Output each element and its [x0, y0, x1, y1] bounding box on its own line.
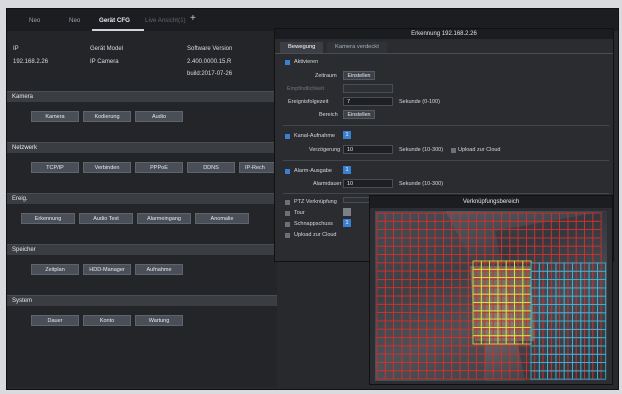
- section-system: System: [7, 295, 277, 306]
- alarm-output-badge[interactable]: 1: [343, 166, 351, 174]
- ip-value: 192.168.2.26: [13, 59, 49, 65]
- ptz-checkbox[interactable]: [285, 200, 290, 205]
- alarm-ausgabe-label: Alarm-Ausgabe: [294, 168, 332, 174]
- ptz-label: PTZ Verknüpfung: [294, 199, 337, 205]
- model-header: Gerät Model: [90, 46, 124, 52]
- linkage-area-dialog: Verknüpfungsbereich: [369, 195, 613, 385]
- upload-cloud-checkbox[interactable]: [451, 148, 456, 153]
- kanal-label: Kanal-Aufnahme: [294, 133, 335, 139]
- ereignis-label: Ereignisfolgezeit: [288, 99, 329, 105]
- camera-preview[interactable]: [375, 211, 607, 381]
- tab-divider: [275, 53, 613, 54]
- audio-test-button[interactable]: Audio Test: [79, 213, 133, 224]
- zeitraum-set-button[interactable]: Einstellen: [343, 71, 375, 80]
- build-value: build:2017-07-26: [187, 71, 233, 77]
- panel-title: Erkennung 192.168.2.26: [275, 29, 613, 39]
- snapshot-checkbox[interactable]: [285, 222, 290, 227]
- upload-cloud-label: Upload zur Cloud: [458, 147, 501, 153]
- tab-kamera-verdeckt[interactable]: Kamera verdeckt: [327, 42, 387, 53]
- section-ereignis: Ereig.: [7, 193, 277, 204]
- pppoe-button[interactable]: PPPoE: [135, 162, 183, 173]
- verzoegerung-label: Verzögerung: [309, 147, 341, 153]
- bereich-label: Bereich: [319, 112, 338, 118]
- tour-badge[interactable]: [343, 208, 351, 216]
- audio-button[interactable]: Audio: [135, 111, 183, 122]
- tab-live-view[interactable]: Live Ansicht(1): [145, 15, 186, 27]
- section-kamera: Kamera: [7, 91, 277, 102]
- tour-checkbox[interactable]: [285, 211, 290, 216]
- aufnahme-button[interactable]: Aufnahme: [135, 264, 183, 275]
- divider: [283, 125, 609, 126]
- config-menu: IP Gerät Model Software Version 192.168.…: [7, 31, 277, 387]
- tab-neo-1[interactable]: Neo: [29, 15, 40, 27]
- ereignis-unit: Sekunde (0-100): [399, 99, 440, 105]
- divider: [283, 193, 609, 194]
- ip-rech-button[interactable]: IP-Rech: [239, 162, 277, 173]
- kanal-checkbox[interactable]: [285, 134, 290, 139]
- tour-label: Tour: [294, 210, 305, 216]
- zeitraum-label: Zeitraum: [315, 73, 337, 79]
- alarmdauer-input[interactable]: 10: [343, 179, 393, 188]
- activate-checkbox[interactable]: [285, 60, 290, 65]
- section-netzwerk: Netzwerk: [7, 142, 277, 153]
- upload2-checkbox[interactable]: [285, 233, 290, 238]
- upload2-label: Upload zur Cloud: [294, 232, 337, 238]
- erkennung-button[interactable]: Erkennung: [21, 213, 75, 224]
- verzoegerung-unit: Sekunde (10-300): [399, 147, 444, 153]
- tab-device-config[interactable]: Gerät CFG: [99, 15, 130, 27]
- kamera-button[interactable]: Kamera: [31, 111, 79, 122]
- divider: [283, 160, 609, 161]
- region-grid[interactable]: [375, 211, 607, 381]
- dauer-button[interactable]: Dauer: [31, 315, 79, 326]
- sensitivity-label: Empfindlichkeit: [287, 86, 324, 92]
- sensitivity-select[interactable]: [343, 84, 393, 93]
- version-value: 2.400.0000.15.R: [187, 59, 232, 65]
- zeitplan-button[interactable]: Zeitplan: [31, 264, 79, 275]
- alarmdauer-label: Alarmdauer: [313, 181, 342, 187]
- ip-header: IP: [13, 46, 19, 52]
- snapshot-badge[interactable]: 1: [343, 219, 351, 227]
- kodierung-button[interactable]: Kodierung: [83, 111, 131, 122]
- version-header: Software Version: [187, 46, 233, 52]
- anomalie-button[interactable]: Anomalie: [195, 213, 249, 224]
- activate-label: Aktivieren: [294, 59, 319, 65]
- model-value: IP Camera: [90, 59, 119, 65]
- section-speicher: Speicher: [7, 244, 277, 255]
- wartung-button[interactable]: Wartung: [135, 315, 183, 326]
- verbinden-button[interactable]: Verbinden: [83, 162, 131, 173]
- verzoegerung-input[interactable]: 10: [343, 145, 393, 154]
- alarmeingang-button[interactable]: Alarmeingang: [137, 213, 191, 224]
- add-tab-icon[interactable]: +: [190, 13, 196, 24]
- linkage-area-title: Verknüpfungsbereich: [370, 196, 612, 208]
- ereignis-input[interactable]: 7: [343, 97, 393, 106]
- snapshot-label: Schnappschuss: [294, 221, 333, 227]
- tab-neo-2[interactable]: Neo: [69, 15, 80, 27]
- bereich-set-button[interactable]: Einstellen: [343, 110, 375, 119]
- konto-button[interactable]: Konto: [83, 315, 131, 326]
- alarm-ausgabe-checkbox[interactable]: [285, 169, 290, 174]
- tab-bewegung[interactable]: Bewegung: [280, 42, 324, 53]
- hdd-manager-button[interactable]: HDD-Manager: [83, 264, 131, 275]
- kanal-channel-badge[interactable]: 1: [343, 131, 351, 139]
- alarmdauer-unit: Sekunde (10-300): [399, 181, 444, 187]
- ddns-button[interactable]: DDNS: [187, 162, 235, 173]
- tcpip-button[interactable]: TCP/IP: [31, 162, 79, 173]
